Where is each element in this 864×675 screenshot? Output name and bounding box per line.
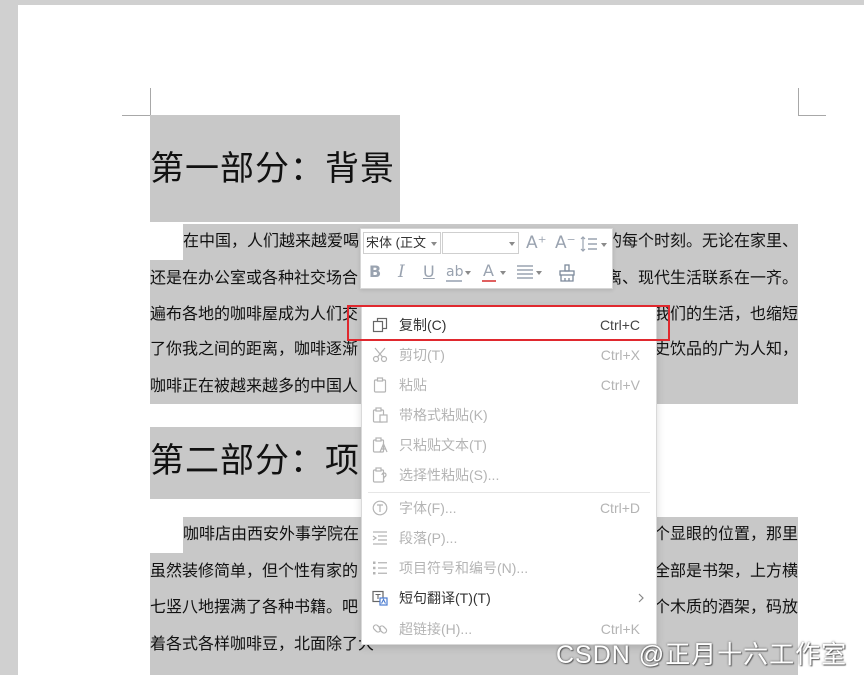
- line-spacing-icon: [580, 236, 597, 252]
- font-color-bar: [482, 280, 496, 282]
- font-color-button[interactable]: A: [482, 261, 508, 285]
- hyperlink-icon: [372, 624, 388, 634]
- font-color-label: A: [483, 261, 494, 280]
- menu-item-bullets-numbering[interactable]: 项目符号和编号(N)...: [362, 553, 656, 583]
- menu-item-label: 短句翻译(T)(T): [399, 590, 491, 606]
- chevron-down-icon: [509, 242, 515, 246]
- menu-item-paste-text-only[interactable]: 只粘贴文本(T): [362, 430, 656, 460]
- chevron-right-icon: [638, 593, 644, 603]
- chevron-down-icon: [601, 243, 607, 247]
- paragraph-line: 个显眼的位置，那里: [653, 526, 798, 543]
- chevron-down-icon: [500, 271, 506, 275]
- paste-special-icon: [372, 467, 387, 483]
- bullets-numbering-icon: [373, 561, 387, 575]
- menu-item-cut[interactable]: 剪切(T) Ctrl+X: [362, 340, 656, 370]
- menu-item-font[interactable]: 字体(F)... Ctrl+D: [362, 493, 656, 523]
- menu-item-paragraph[interactable]: 段落(P)...: [362, 523, 656, 553]
- paste-text-only-icon: [372, 437, 388, 453]
- paragraph-line: 的每个时刻。无论在家里、: [605, 233, 798, 250]
- paragraph-line: 咖啡正在被越来越多的中国人: [150, 378, 359, 395]
- format-painter-button[interactable]: [558, 264, 576, 282]
- paragraph-line: 咖啡店由西安外事学院在: [183, 526, 360, 543]
- chevron-down-icon: [536, 271, 542, 275]
- menu-item-sentence-translate[interactable]: 短句翻译(T)(T): [362, 583, 656, 613]
- paste-with-format-icon: [372, 407, 388, 423]
- paragraph-line: 我们的生活，也缩短: [653, 306, 798, 323]
- context-menu: 复制(C) Ctrl+C 剪切(T) Ctrl+X 粘贴 Ctrl+V 带格式粘…: [361, 306, 657, 645]
- chevron-down-icon: [465, 271, 471, 275]
- heading-1: 第一部分：背景: [150, 151, 395, 188]
- menu-item-label: 剪切(T): [399, 347, 445, 363]
- page-gutter-left: [0, 0, 18, 675]
- highlight-button[interactable]: ab: [446, 261, 472, 285]
- menu-item-label: 段落(P)...: [399, 530, 458, 546]
- menu-item-label: 带格式粘贴(K): [399, 407, 488, 423]
- menu-item-label: 超链接(H)...: [399, 621, 473, 637]
- font-name-value: 宋体 (正文: [366, 235, 426, 250]
- font-size-select[interactable]: [442, 232, 519, 254]
- menu-item-label: 选择性粘贴(S)...: [399, 467, 500, 483]
- translate-icon: [372, 590, 388, 606]
- font-icon: [372, 500, 388, 516]
- bold-button[interactable]: B: [369, 261, 381, 283]
- paragraph-line: 遍布各地的咖啡屋成为人们交: [150, 306, 359, 323]
- menu-item-label: 粘贴: [399, 377, 427, 393]
- menu-item-label: 只粘贴文本(T): [399, 437, 487, 453]
- paragraph-line: 还是在办公室或各种社交场合: [150, 270, 359, 287]
- italic-button[interactable]: I: [398, 261, 405, 283]
- paragraph-line: 七竖八地摆满了各种书籍。吧: [150, 599, 359, 616]
- cut-icon: [372, 347, 388, 363]
- paragraph-line: 全部是书架，上方横: [653, 563, 798, 580]
- annotation-highlight-box: [347, 305, 670, 341]
- paragraph-line: 了你我之间的距离，咖啡逐渐: [150, 341, 359, 358]
- decrease-font-size-button[interactable]: A⁻: [555, 232, 576, 254]
- heading-2: 第二部分：项: [150, 443, 360, 480]
- page-gutter-top: [0, 0, 864, 5]
- chevron-down-icon: [431, 242, 437, 246]
- paragraph-line: 在中国，人们越来越爱喝: [183, 233, 360, 250]
- underline-button[interactable]: U: [423, 261, 435, 283]
- align-icon: [517, 265, 533, 279]
- paste-icon: [373, 377, 387, 393]
- paragraph-line: 着各式各样咖啡豆，北面除了大: [150, 636, 375, 653]
- menu-item-shortcut: Ctrl+X: [600, 347, 640, 363]
- menu-item-label: 字体(F)...: [399, 500, 457, 516]
- paragraph-line: 虽然装修简单，但个性有家的: [150, 563, 359, 580]
- increase-font-size-button[interactable]: A⁺: [526, 232, 547, 254]
- paragraph-line: 离、现代生活联系在一齐。: [605, 270, 798, 287]
- menu-item-paste[interactable]: 粘贴 Ctrl+V: [362, 370, 656, 400]
- font-name-select[interactable]: 宋体 (正文: [363, 232, 441, 254]
- menu-item-label: 项目符号和编号(N)...: [399, 560, 529, 576]
- watermark: CSDN @正月十六工作室: [556, 641, 848, 669]
- menu-item-shortcut: Ctrl+V: [600, 377, 640, 393]
- format-painter-icon: [559, 264, 575, 282]
- paragraph-line: 史饮品的广为人知，: [653, 341, 798, 358]
- mini-format-toolbar: 宋体 (正文 A⁺ A⁻ B I U ab A: [360, 228, 613, 289]
- paragraph-icon: [372, 531, 387, 545]
- menu-item-paste-with-format[interactable]: 带格式粘贴(K): [362, 400, 656, 430]
- align-button[interactable]: [516, 264, 544, 282]
- paragraph-line: 个木质的酒架，码放: [653, 599, 798, 616]
- highlight-color-bar: [446, 280, 462, 282]
- line-spacing-button[interactable]: [580, 235, 608, 253]
- menu-item-shortcut: Ctrl+D: [599, 500, 640, 516]
- menu-item-paste-special[interactable]: 选择性粘贴(S)...: [362, 460, 656, 490]
